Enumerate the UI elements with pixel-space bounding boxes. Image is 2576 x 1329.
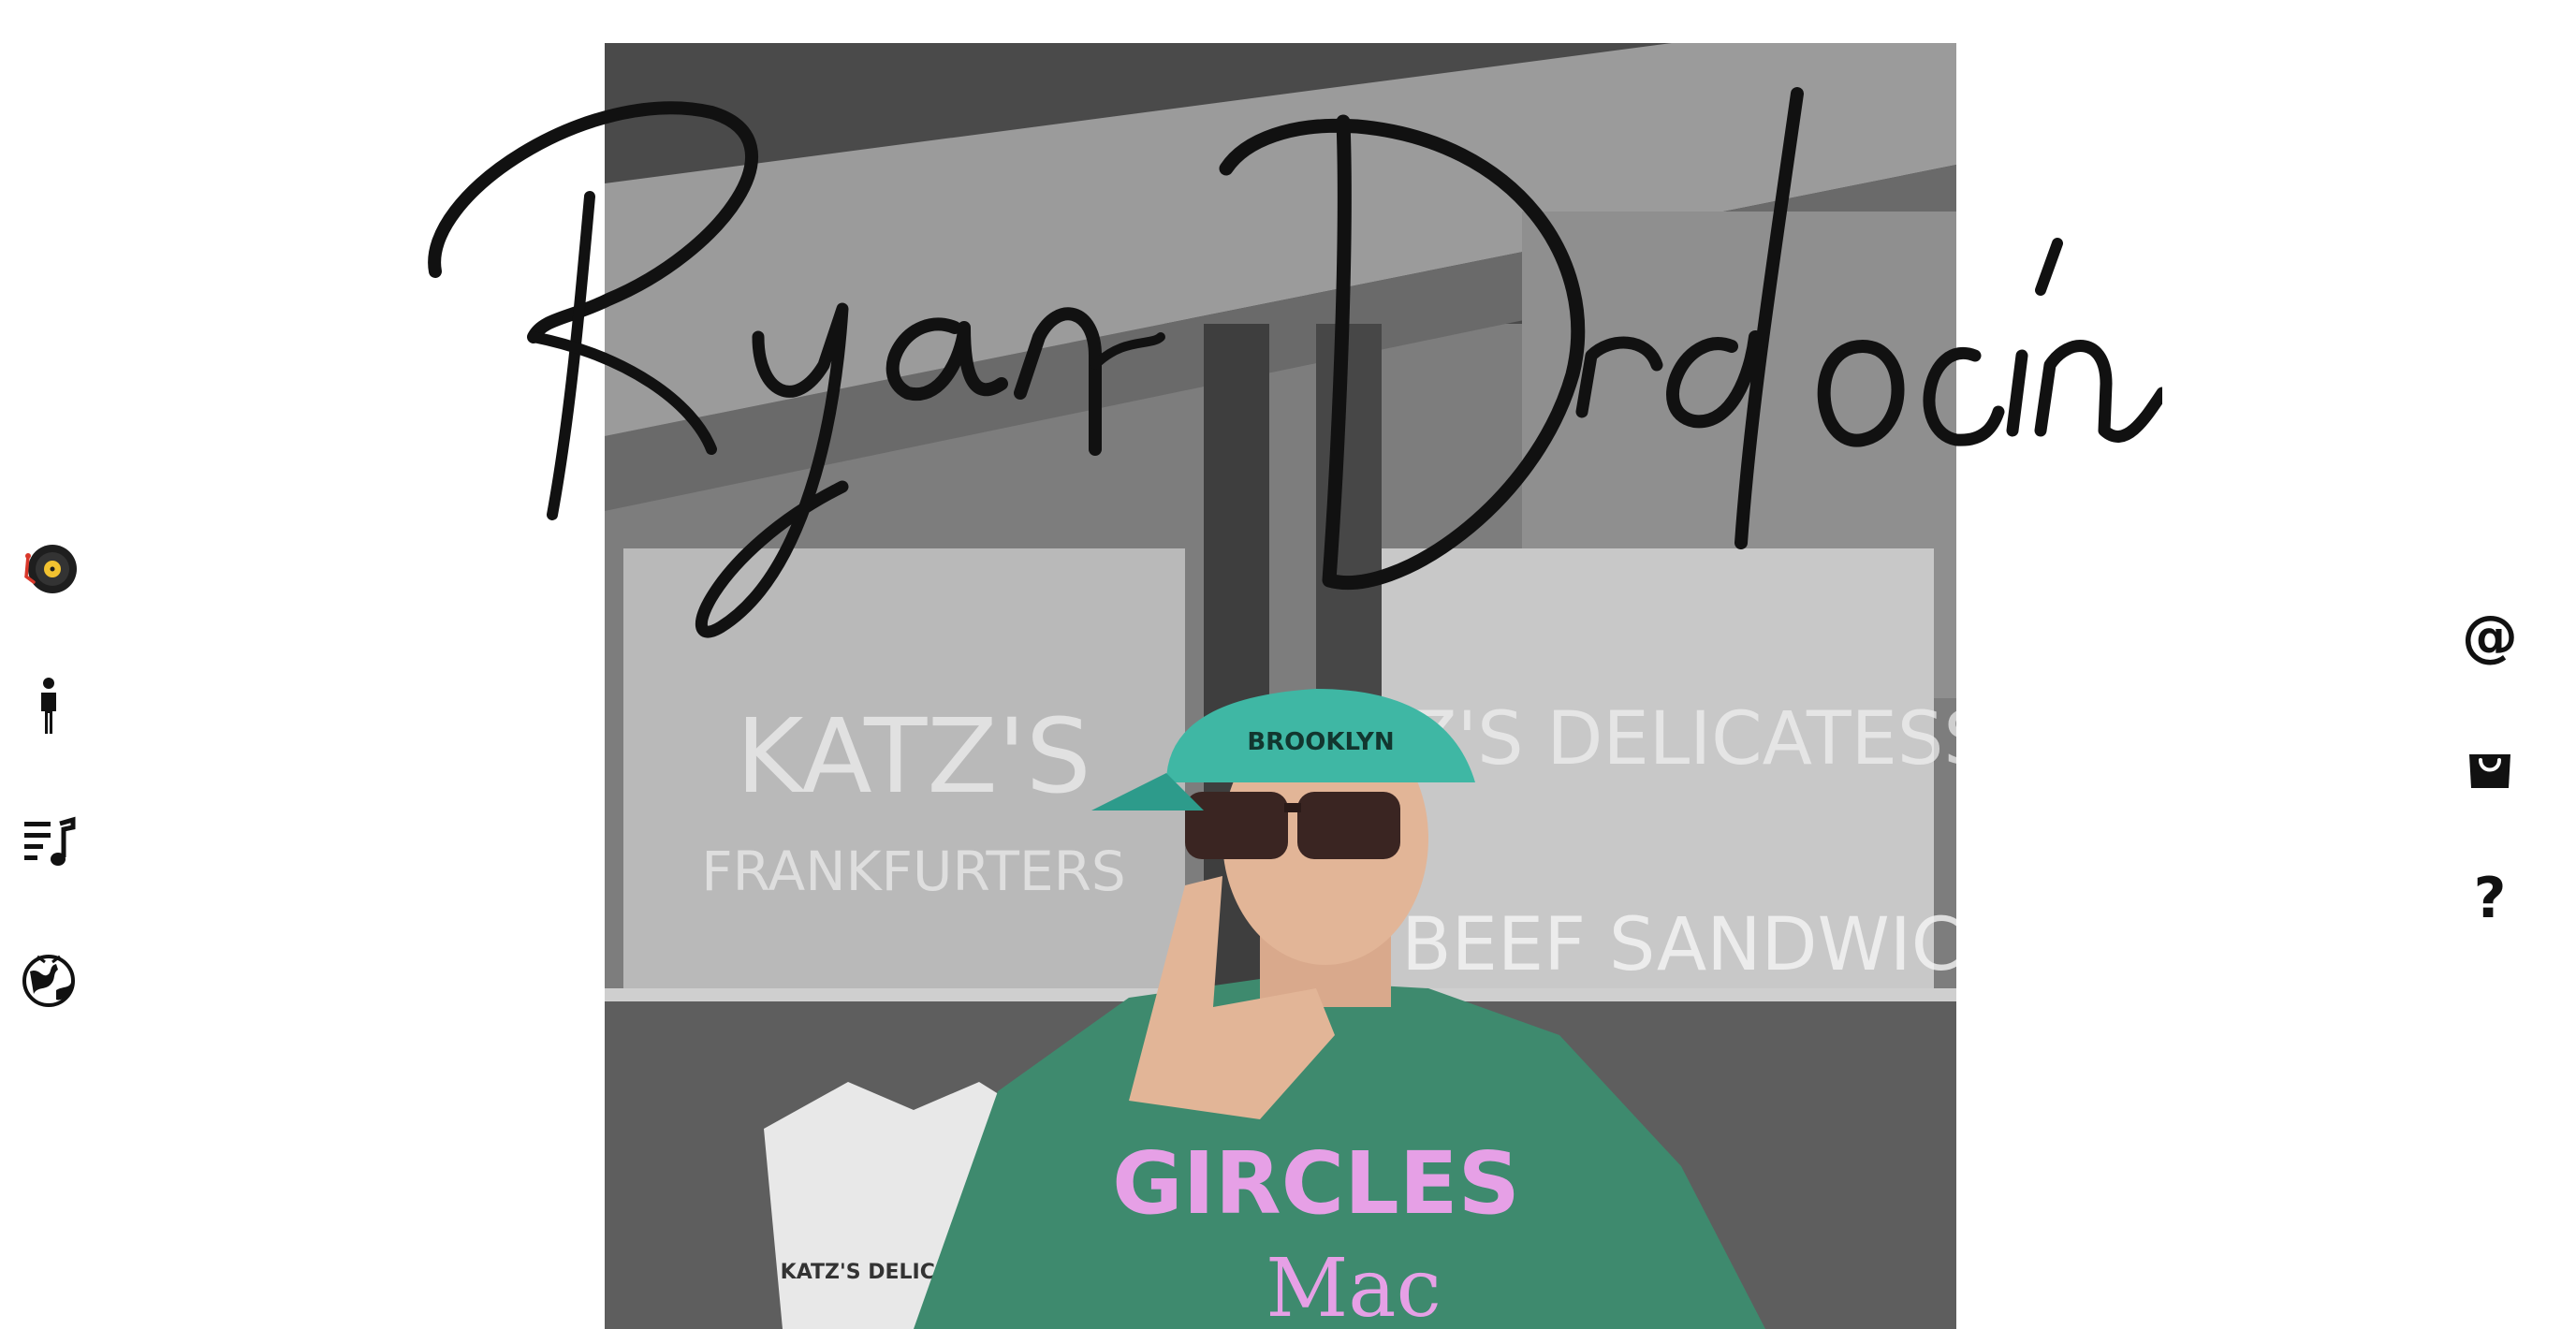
- world-nav-button[interactable]: [13, 943, 84, 1015]
- artist-name: Ryan Drdocin: [402, 56, 403, 57]
- playlist-nav-button[interactable]: [13, 807, 84, 878]
- globe-icon: [22, 955, 75, 1007]
- shirt-text: GIRCLES: [1112, 1133, 1520, 1234]
- shopping-bag-icon: [2469, 754, 2510, 788]
- sign-left-subtext: FRANKFURTERS: [701, 840, 1126, 903]
- storefront-photo: KATZ'S FRANKFURTERS KATZ'S DELICATESSEN …: [605, 43, 1956, 1329]
- page: KATZ'S FRANKFURTERS KATZ'S DELICATESSEN …: [0, 0, 2576, 1329]
- music-nav-button[interactable]: [13, 533, 84, 605]
- shop-button[interactable]: [2452, 730, 2527, 805]
- playlist-icon: [24, 816, 76, 866]
- left-nav: [13, 533, 84, 1020]
- turntable-vinyl-icon: [24, 545, 77, 593]
- at-sign-icon: @: [2462, 604, 2518, 669]
- right-nav: @ ?: [2452, 599, 2527, 927]
- sign-left-text: KATZ'S: [736, 696, 1091, 816]
- hero-photo: KATZ'S FRANKFURTERS KATZ'S DELICATESSEN …: [605, 43, 1956, 1329]
- sign-right-subtext: BEEF SANDWICH: [1401, 903, 1956, 987]
- contact-button[interactable]: @: [2452, 599, 2527, 674]
- faq-button[interactable]: ?: [2452, 861, 2527, 936]
- question-mark-icon: ?: [2473, 866, 2507, 931]
- cap-text: BROOKLYN: [1247, 728, 1394, 756]
- shirt-subtext: Mac: [1266, 1242, 1442, 1329]
- person-icon: [41, 678, 56, 734]
- about-nav-button[interactable]: [13, 670, 84, 741]
